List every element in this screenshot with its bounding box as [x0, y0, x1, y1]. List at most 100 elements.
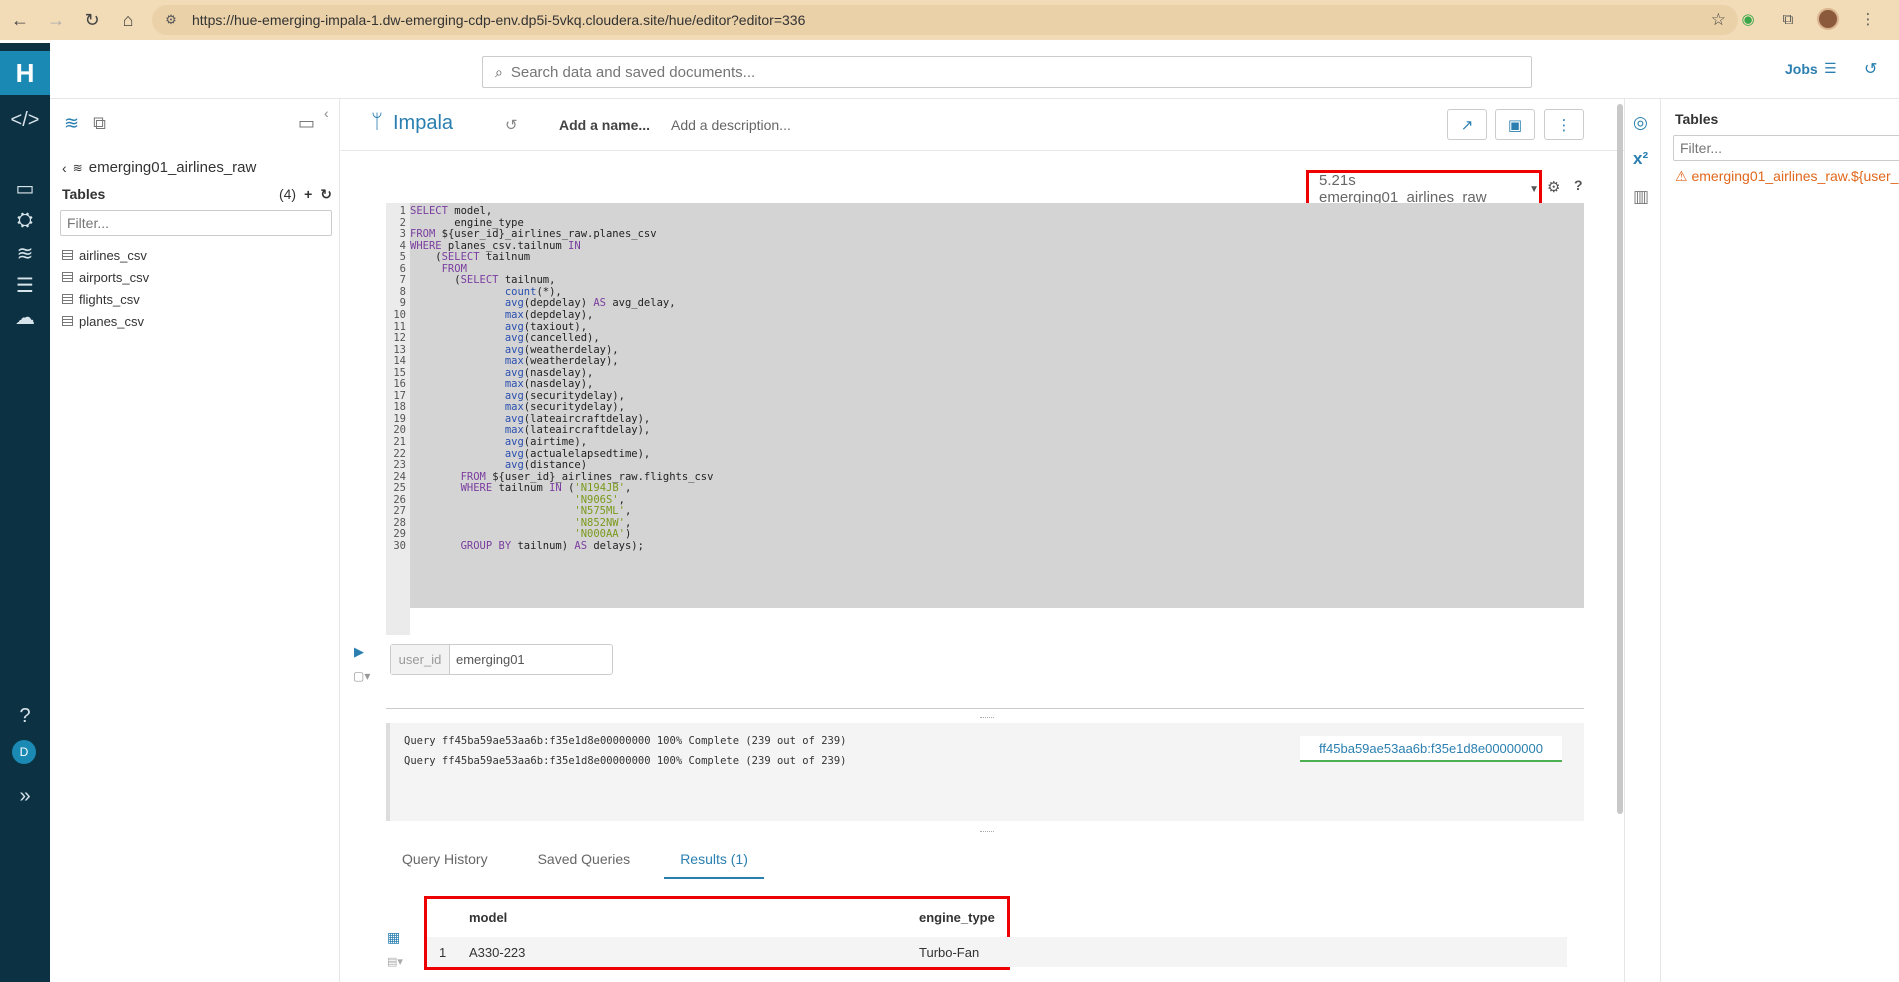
history-icon[interactable]: ↺: [1864, 59, 1877, 79]
address-bar[interactable]: ⚙ https://hue-emerging-impala-1.dw-emerg…: [152, 5, 1738, 35]
user-avatar[interactable]: D: [12, 740, 36, 764]
right-assist-rail: ◎ x² ▥: [1624, 99, 1660, 982]
table-row[interactable]: 1 A330-223 Turbo-Fan: [427, 937, 1567, 967]
log-line: Query ff45ba59ae53aa6b:f35e1d8e00000000 …: [404, 735, 847, 747]
reload-icon[interactable]: ↻: [76, 4, 108, 36]
impala-icon: ᛘ: [371, 111, 383, 133]
query-description-field[interactable]: Add a description...: [671, 117, 791, 133]
chart-button[interactable]: ↗: [1447, 109, 1487, 140]
bookmark-star-icon[interactable]: ☆: [1711, 10, 1726, 30]
top-header: ⌕ Jobs ☰ ↺: [50, 43, 1899, 99]
resize-grip[interactable]: [980, 831, 994, 834]
tables-heading: Tables: [62, 186, 106, 202]
jobs-icon[interactable]: ⛭: [0, 209, 50, 232]
site-info-icon[interactable]: ⚙: [156, 12, 186, 28]
search-icon: ⌕: [495, 63, 503, 80]
tab-saved-queries[interactable]: Saved Queries: [522, 845, 647, 879]
results-table: model engine_type 1 A330-223 Turbo-Fan: [424, 896, 1567, 970]
tab-query-history[interactable]: Query History: [386, 845, 504, 879]
chart-icon: ↗: [1460, 116, 1474, 134]
browser-toolbar: ← → ↻ ⌂ ⚙ https://hue-emerging-impala-1.…: [0, 0, 1899, 40]
param-value-input[interactable]: [450, 645, 600, 674]
back-icon[interactable]: ←: [4, 4, 36, 36]
grid-view-icon[interactable]: ▦: [387, 929, 400, 946]
table-icon: [62, 250, 73, 260]
query-name-field[interactable]: Add a name...: [559, 117, 650, 133]
book-icon[interactable]: ▥: [1633, 187, 1649, 207]
documents-icon[interactable]: ⧉: [93, 113, 106, 134]
table-item[interactable]: airports_csv: [62, 266, 149, 288]
compass-icon[interactable]: ◎: [1633, 113, 1648, 133]
table-name: airports_csv: [79, 269, 150, 285]
add-icon[interactable]: +: [304, 186, 312, 203]
history-icon[interactable]: ↺: [505, 116, 518, 134]
line-number: 30: [393, 539, 406, 552]
warning-icon: ⚠: [1675, 168, 1688, 184]
warning-entry[interactable]: ⚠ emerging01_airlines_raw.${user_id}: [1675, 168, 1899, 185]
code-text: GROUP BY tailnum) AS delays);: [460, 539, 644, 552]
table-item[interactable]: flights_csv: [62, 288, 149, 310]
home-icon[interactable]: ⌂: [112, 4, 144, 36]
table-item[interactable]: planes_csv: [62, 310, 149, 332]
tables-icon[interactable]: ≋: [0, 241, 50, 266]
upload-cloud-icon[interactable]: ☁: [0, 305, 50, 330]
expand-rail-icon[interactable]: »: [0, 785, 50, 808]
editor-header: ᛘ Impala ↺ Add a name... Add a descripti…: [341, 99, 1624, 151]
search-input[interactable]: [510, 63, 1411, 81]
user-id-parameter: user_id: [390, 644, 613, 675]
left-nav-rail: H </> ▭ ⛭ ≋ ☰ ☁ ? D »: [0, 43, 50, 982]
profile-avatar[interactable]: [1817, 8, 1839, 30]
tab-results[interactable]: Results (1): [664, 845, 764, 879]
url-text[interactable]: https://hue-emerging-impala-1.dw-emergin…: [192, 12, 805, 28]
query-id-link[interactable]: ff45ba59ae53aa6b:f35e1d8e00000000: [1300, 736, 1562, 762]
warning-text: emerging01_airlines_raw.${user_id}: [1691, 168, 1899, 184]
extension-icon[interactable]: ◉: [1737, 8, 1759, 30]
resize-grip[interactable]: [980, 717, 994, 720]
database-name: emerging01_airlines_raw: [88, 159, 257, 176]
puzzle-icon[interactable]: ⧉: [1777, 8, 1799, 30]
functions-icon[interactable]: x²: [1633, 149, 1648, 169]
table-name: flights_csv: [79, 291, 140, 307]
param-label: user_id: [391, 645, 450, 674]
database-icon[interactable]: ≋: [64, 113, 79, 134]
editor-title[interactable]: Impala: [393, 112, 453, 135]
database-icon: ≋: [72, 160, 83, 175]
table-icon: [62, 272, 73, 282]
refresh-icon[interactable]: ↻: [320, 186, 332, 203]
right-filter-input[interactable]: [1673, 135, 1899, 161]
storage-icon[interactable]: ☰: [0, 273, 50, 298]
save-button[interactable]: ▣: [1495, 109, 1535, 140]
forward-icon[interactable]: →: [40, 4, 72, 36]
more-button[interactable]: ⋮: [1544, 109, 1584, 140]
tables-list: airlines_csv airports_csv flights_csv pl…: [62, 244, 149, 332]
editor-scrollbar[interactable]: [1617, 104, 1623, 814]
jobs-link[interactable]: Jobs: [1785, 61, 1818, 77]
run-query-icon[interactable]: ▶: [354, 644, 364, 660]
editor-icon[interactable]: </>: [0, 109, 50, 132]
chart-view-icon[interactable]: ▤▾: [387, 955, 403, 968]
global-search[interactable]: ⌕: [482, 56, 1532, 88]
snippet-map-icon[interactable]: ▢▾: [353, 669, 370, 683]
table-item[interactable]: airlines_csv: [62, 244, 149, 266]
help-icon[interactable]: ?: [1574, 177, 1583, 193]
hue-logo[interactable]: H: [0, 51, 50, 95]
browser-menu-icon[interactable]: ⋮: [1857, 8, 1879, 30]
cell-engine-type: Turbo-Fan: [919, 944, 980, 960]
column-header-model[interactable]: model: [469, 910, 507, 925]
collapse-panel-icon[interactable]: ‹: [324, 105, 329, 121]
results-header-row: model engine_type: [427, 899, 1007, 935]
database-breadcrumb[interactable]: ‹ ≋ emerging01_airlines_raw: [62, 159, 256, 176]
sql-code-editor[interactable]: 1 SELECT model, 2 engine_type 3 FROM ${user_…: [386, 203, 1584, 635]
right-assist-panel: Tables ⚠ emerging01_airlines_raw.${user_…: [1660, 99, 1899, 982]
column-header-engine-type[interactable]: engine_type: [919, 910, 995, 925]
cell-model: A330-223: [469, 944, 526, 960]
tables-filter-input[interactable]: [60, 210, 332, 236]
documents-icon[interactable]: ▭: [0, 176, 50, 201]
settings-gear-icon[interactable]: ⚙: [1547, 178, 1560, 196]
back-chevron-icon[interactable]: ‹: [62, 160, 67, 176]
jobs-list-icon[interactable]: ☰: [1824, 60, 1837, 77]
folder-icon[interactable]: ▭: [298, 113, 315, 134]
save-icon: ▣: [1507, 116, 1523, 134]
help-icon[interactable]: ?: [0, 705, 50, 728]
results-tabs: Query History Saved Queries Results (1): [386, 845, 782, 879]
